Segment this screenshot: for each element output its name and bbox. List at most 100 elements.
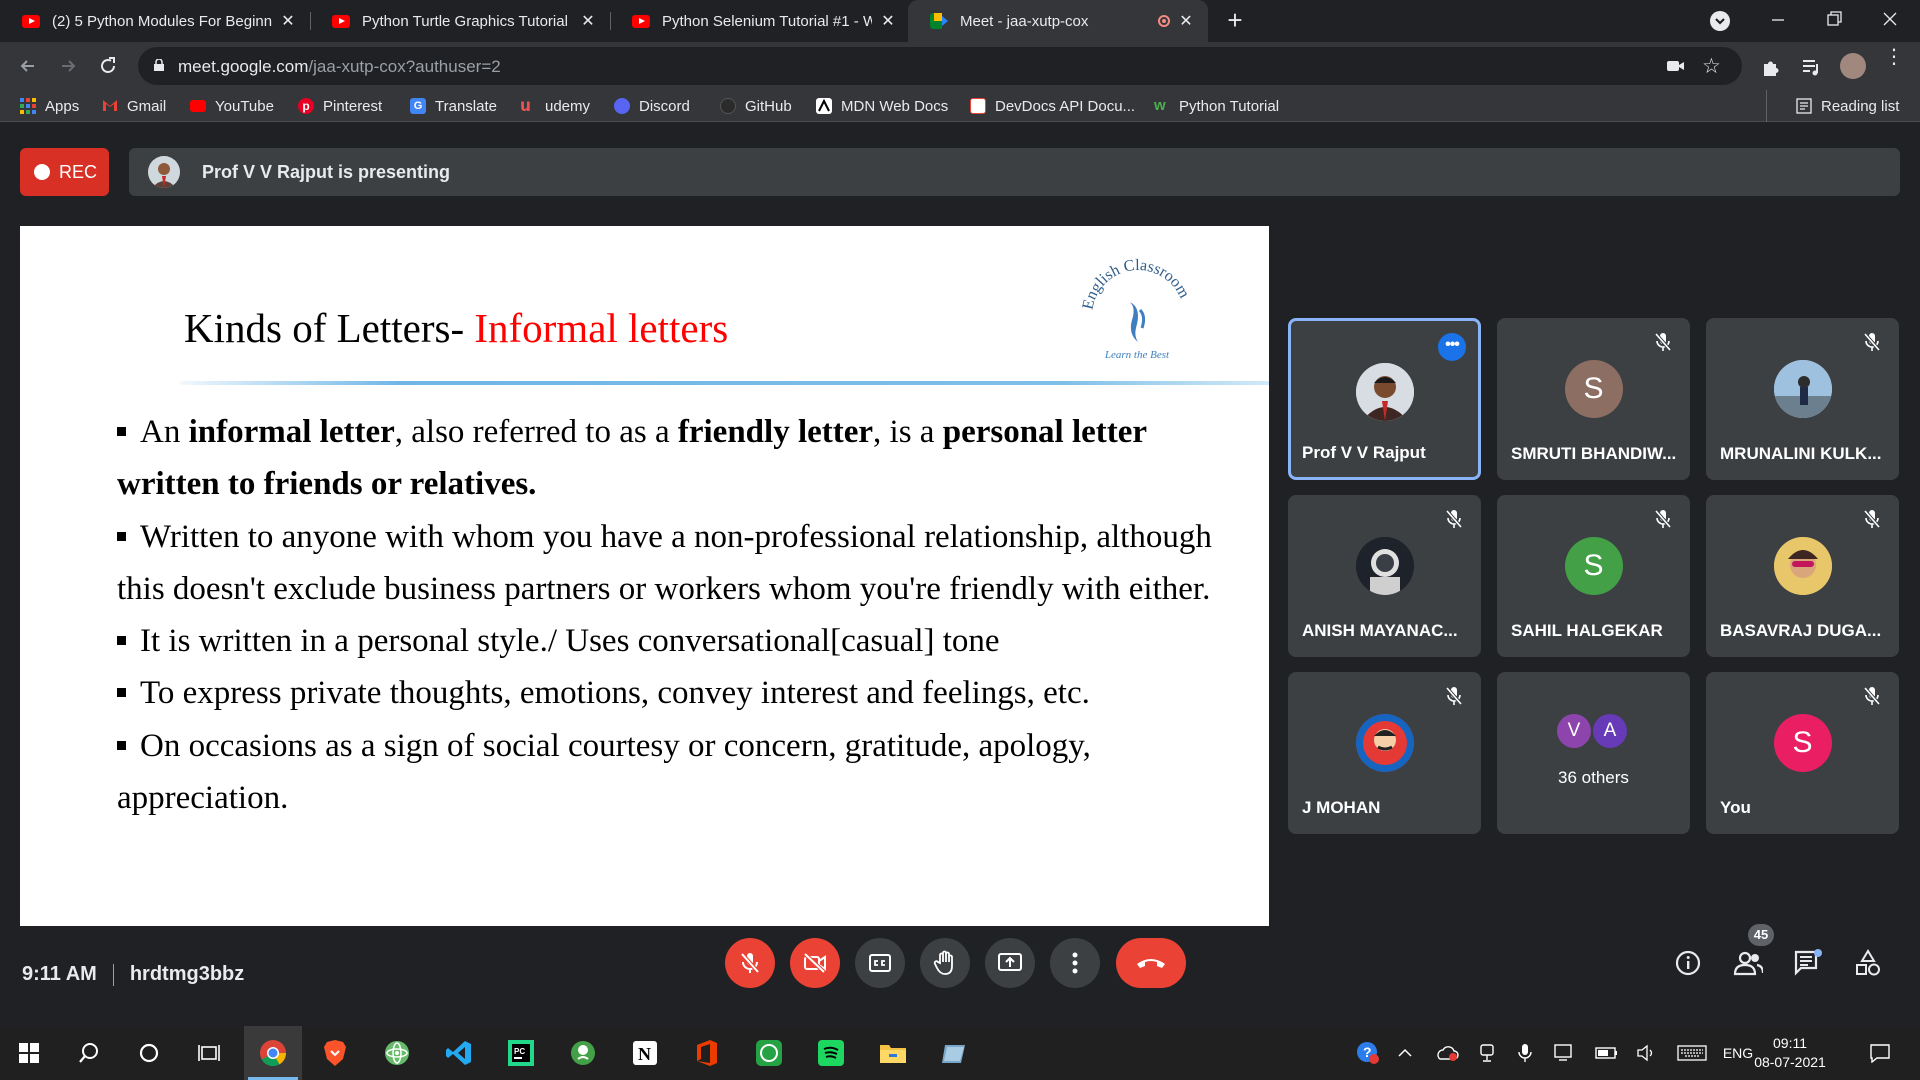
spotify-taskbar-icon[interactable] — [802, 1026, 860, 1080]
browser-tab-meet[interactable]: Meet - jaa-xutp-cox ✕ — [908, 0, 1208, 42]
brave-taskbar-icon[interactable] — [306, 1026, 364, 1080]
reload-icon[interactable] — [94, 52, 122, 80]
close-tab-icon[interactable]: ✕ — [580, 11, 596, 31]
address-bar[interactable]: meet.google.com/jaa-xutp-cox?authuser=2 … — [138, 47, 1742, 85]
bookmark-devdocs[interactable]: DevDocs API Docu... — [970, 90, 1135, 122]
reading-list-button[interactable]: Reading list — [1796, 90, 1899, 122]
bookmark-translate[interactable]: G Translate — [410, 90, 497, 122]
back-arrow-icon[interactable] — [14, 52, 42, 80]
media-control-icon[interactable] — [1800, 56, 1822, 83]
participants-button[interactable] — [1733, 948, 1763, 978]
search-icon[interactable] — [60, 1026, 118, 1080]
chat-button[interactable] — [1793, 948, 1823, 978]
windows-start-icon[interactable] — [0, 1026, 58, 1080]
self-tile[interactable]: S You — [1706, 672, 1899, 834]
maps-taskbar-icon[interactable] — [554, 1026, 612, 1080]
camera-blocked-icon[interactable] — [1666, 57, 1686, 80]
recording-button[interactable]: REC — [20, 148, 109, 196]
chrome-taskbar-icon[interactable] — [244, 1026, 302, 1080]
task-view-icon[interactable] — [180, 1026, 238, 1080]
battery-icon[interactable] — [1592, 1026, 1622, 1080]
network-icon[interactable] — [1550, 1026, 1580, 1080]
mic-off-icon — [1654, 332, 1672, 352]
vscode-taskbar-icon[interactable] — [430, 1026, 488, 1080]
whatsapp-taskbar-icon[interactable] — [740, 1026, 798, 1080]
participant-avatar: S — [1564, 360, 1623, 418]
more-options-button[interactable] — [1050, 938, 1100, 988]
close-tab-icon[interactable]: ✕ — [1178, 11, 1194, 31]
activities-icon — [1856, 949, 1880, 976]
browser-tab-turtle[interactable]: Python Turtle Graphics Tutorial # ✕ — [310, 0, 610, 42]
notion-taskbar-icon[interactable]: N — [616, 1026, 674, 1080]
volume-icon[interactable] — [1632, 1026, 1662, 1080]
file-explorer-taskbar-icon[interactable] — [864, 1026, 922, 1080]
bookmark-gmail[interactable]: Gmail — [102, 90, 166, 122]
captions-button[interactable] — [855, 938, 905, 988]
bookmark-star-icon[interactable]: ☆ — [1702, 54, 1721, 79]
cortana-icon[interactable] — [120, 1026, 178, 1080]
participant-avatar — [1355, 537, 1414, 595]
bookmark-youtube[interactable]: YouTube — [190, 90, 274, 122]
keyboard-icon[interactable] — [1674, 1026, 1710, 1080]
notes-taskbar-icon[interactable] — [926, 1026, 984, 1080]
svg-text:Learn the Best: Learn the Best — [1104, 349, 1170, 361]
present-screen-icon — [998, 953, 1022, 971]
new-tab-button[interactable]: + — [1222, 7, 1248, 34]
slide-title: Kinds of Letters- Informal letters — [184, 305, 729, 351]
forward-arrow-icon[interactable] — [54, 52, 82, 80]
meeting-details-button[interactable] — [1673, 948, 1703, 978]
participant-tile[interactable]: S SAHIL HALGEKAR — [1497, 495, 1690, 657]
participant-avatar — [1773, 360, 1832, 418]
help-icon[interactable]: ? — [1354, 1026, 1382, 1080]
close-tab-icon[interactable]: ✕ — [280, 11, 296, 31]
participant-tile[interactable]: S SMRUTI BHANDIW... — [1497, 318, 1690, 480]
bookmark-mdn[interactable]: MDN Web Docs — [816, 90, 948, 122]
participant-tile[interactable]: MRUNALINI KULK... — [1706, 318, 1899, 480]
camera-off-icon — [803, 952, 826, 974]
microphone-icon[interactable] — [1512, 1026, 1538, 1080]
more-options-icon[interactable]: ••• — [1438, 333, 1466, 361]
chevron-up-icon[interactable] — [1392, 1026, 1418, 1080]
participant-tile[interactable]: ANISH MAYANAC... — [1288, 495, 1481, 657]
participant-avatar: A — [1593, 714, 1627, 748]
extensions-icon[interactable] — [1760, 56, 1782, 83]
title-underline — [180, 381, 1269, 385]
mdn-icon — [816, 98, 832, 114]
tab-title: Python Selenium Tutorial #1 - W — [662, 12, 872, 30]
microphone-toggle-button[interactable] — [725, 938, 775, 988]
browser-tab-selenium[interactable]: Python Selenium Tutorial #1 - W ✕ — [610, 0, 910, 42]
minimize-icon[interactable] — [1766, 10, 1790, 30]
leave-call-button[interactable] — [1116, 938, 1186, 988]
atom-taskbar-icon[interactable] — [368, 1026, 426, 1080]
onedrive-icon[interactable] — [1432, 1026, 1462, 1080]
profile-avatar[interactable] — [1840, 53, 1866, 79]
bookmark-discord[interactable]: Discord — [614, 90, 690, 122]
raise-hand-button[interactable] — [920, 938, 970, 988]
notifications-icon[interactable] — [1862, 1026, 1898, 1080]
participant-avatar — [1355, 363, 1414, 421]
others-count-label: 36 others — [1558, 768, 1629, 787]
camera-toggle-button[interactable] — [790, 938, 840, 988]
bookmark-pinterest[interactable]: p Pinterest — [298, 90, 382, 122]
browser-tab-python-modules[interactable]: (2) 5 Python Modules For Beginn ✕ — [0, 0, 310, 42]
participant-tile[interactable]: BASAVRAJ DUGA... — [1706, 495, 1899, 657]
participant-tile[interactable]: ••• Prof V V Rajput — [1288, 318, 1481, 480]
tab-search-icon[interactable] — [1710, 11, 1730, 31]
activities-button[interactable] — [1853, 948, 1883, 978]
bookmark-apps[interactable]: Apps — [20, 90, 79, 122]
taskbar-clock[interactable]: 09:11 08-07-2021 — [1752, 1034, 1828, 1072]
office-taskbar-icon[interactable] — [678, 1026, 736, 1080]
close-tab-icon[interactable]: ✕ — [880, 11, 896, 31]
bookmark-udemy[interactable]: ս udemy — [520, 90, 590, 122]
bookmark-python-tutorial[interactable]: w Python Tutorial — [1154, 90, 1279, 122]
restore-icon[interactable] — [1822, 8, 1846, 30]
present-screen-button[interactable] — [985, 938, 1035, 988]
browser-menu-icon[interactable]: ⋮ — [1884, 47, 1904, 67]
bookmark-github[interactable]: GitHub — [720, 90, 792, 122]
close-window-icon[interactable] — [1878, 8, 1902, 30]
others-tile[interactable]: V A 36 others — [1497, 672, 1690, 834]
participant-tile[interactable]: J MOHAN — [1288, 672, 1481, 834]
webcam-icon[interactable] — [1474, 1026, 1500, 1080]
svg-text:N: N — [638, 1044, 651, 1064]
pycharm-taskbar-icon[interactable]: PC — [492, 1026, 550, 1080]
